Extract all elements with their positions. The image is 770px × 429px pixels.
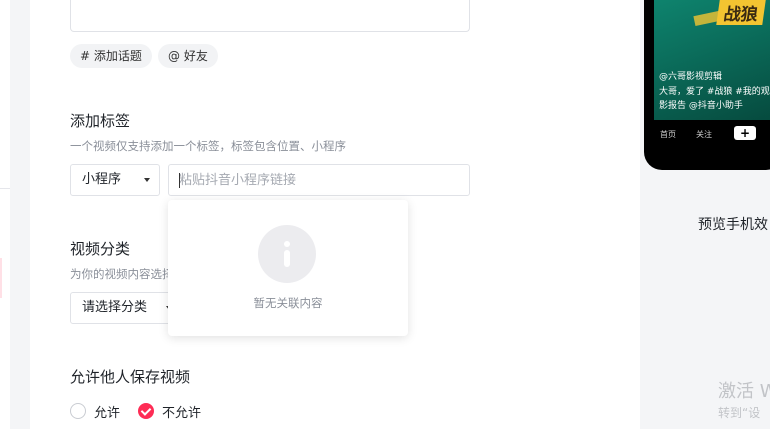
category-section-desc: 为你的视频内容选择: [70, 267, 168, 281]
watermark-title: 激活 W: [718, 381, 770, 402]
phone-bottom-nav: 首页 关注 +: [654, 126, 770, 144]
chevron-down-icon: [144, 178, 150, 182]
save-section-title: 允许他人保存视频: [70, 368, 191, 386]
category-section-title: 视频分类: [70, 240, 131, 258]
caption-user: @六哥影视剪辑: [659, 72, 723, 82]
caption-line-2: 影报告 @抖音小助手: [659, 101, 743, 111]
empty-state-text: 暂无关联内容: [253, 296, 323, 310]
preview-mode-label[interactable]: 预览手机效: [698, 214, 768, 234]
caption-line-1: 大哥，爱了 #战狼 #我的观: [659, 87, 770, 97]
miniprogram-link-input[interactable]: [169, 165, 469, 195]
description-textarea[interactable]: [70, 0, 470, 32]
radio-checked-icon[interactable]: [138, 403, 154, 419]
rail-divider: [0, 188, 10, 189]
radio-disallow-label: 不允许: [162, 405, 202, 421]
tag-type-select[interactable]: 小程序: [70, 164, 160, 196]
info-icon-bar: [284, 250, 290, 267]
radio-disallow[interactable]: 不允许: [138, 401, 201, 421]
text-cursor: [179, 173, 180, 188]
radio-allow[interactable]: 允许: [70, 401, 120, 421]
info-icon-dot: [284, 241, 290, 247]
mention-friend-button[interactable]: @ 好友: [158, 44, 218, 68]
miniprogram-link-input-wrap[interactable]: [168, 164, 470, 196]
phone-preview: 战狼 @六哥影视剪辑 大哥，爱了 #战狼 #我的观 影报告 @抖音小助手 首页 …: [644, 0, 770, 170]
watermark-subtitle: 转到“设: [718, 406, 761, 420]
rail-marker: [0, 258, 2, 298]
poster-title: 战狼: [716, 0, 766, 25]
info-icon: [258, 225, 316, 283]
nav-follow: 关注: [696, 130, 712, 139]
category-select-value: 请选择分类: [82, 300, 148, 315]
plus-icon: +: [734, 126, 756, 140]
left-rail: [0, 0, 10, 429]
tag-section-desc: 一个视频仅支持添加一个标签，标签包含位置、小程序: [70, 139, 346, 153]
radio-allow-label: 允许: [94, 405, 121, 421]
category-select[interactable]: 请选择分类: [70, 292, 182, 324]
radio-circle[interactable]: [70, 403, 86, 419]
link-suggestion-dropdown: 暂无关联内容: [168, 200, 408, 336]
video-preview-screen: 战狼 @六哥影视剪辑 大哥，爱了 #战狼 #我的观 影报告 @抖音小助手: [654, 0, 770, 120]
nav-home: 首页: [660, 130, 676, 139]
tag-section-title: 添加标签: [70, 112, 131, 130]
add-topic-button[interactable]: # 添加话题: [70, 44, 152, 68]
tag-type-value: 小程序: [82, 172, 122, 187]
